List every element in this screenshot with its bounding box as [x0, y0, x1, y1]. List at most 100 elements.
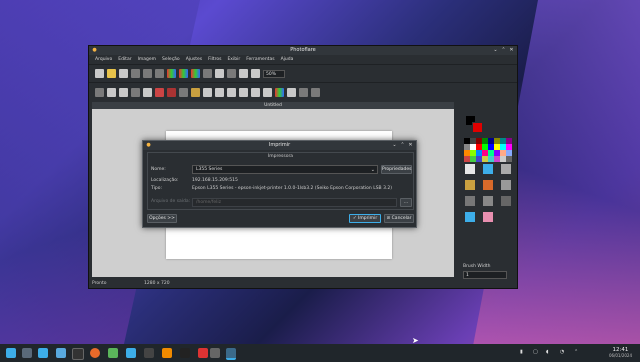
- terminal-icon[interactable]: [72, 348, 84, 360]
- status-bar: Pronto 1280 x 720: [89, 280, 517, 288]
- maximize-icon[interactable]: ⌃: [399, 142, 406, 149]
- discover-icon[interactable]: [126, 348, 136, 358]
- type-label: Tipo:: [151, 186, 162, 191]
- stamp-tool-icon[interactable]: [501, 196, 511, 206]
- print-icon[interactable]: [131, 69, 140, 78]
- brush-width-input[interactable]: 1: [463, 271, 507, 279]
- close-icon[interactable]: ✕: [407, 142, 414, 149]
- location-label: Localização:: [151, 178, 179, 183]
- new-file-icon[interactable]: [95, 69, 104, 78]
- print-button[interactable]: ✓ Imprimir: [349, 214, 381, 223]
- filter-icon[interactable]: [95, 87, 104, 97]
- menu-ferramentas[interactable]: Ferramentas: [246, 57, 274, 62]
- zoom-select[interactable]: 50%: [263, 69, 285, 78]
- printer-select[interactable]: L355 Series ⌄: [192, 165, 378, 174]
- printer-group: Impressora Nome: L355 Series ⌄ Proprieda…: [147, 152, 414, 210]
- undo-icon[interactable]: [143, 69, 152, 78]
- filter-icon[interactable]: [191, 87, 200, 97]
- screenshot-icon[interactable]: [210, 348, 220, 358]
- photoflare-task-icon[interactable]: [226, 348, 236, 360]
- open-folder-icon[interactable]: [107, 69, 116, 78]
- filter-icon[interactable]: [263, 87, 272, 97]
- filter-icon[interactable]: [227, 87, 236, 97]
- tools-panel: Brush Width 1: [461, 116, 513, 286]
- cancel-button[interactable]: ⊘ Cancelar: [384, 214, 414, 223]
- pdf-icon[interactable]: [198, 348, 208, 358]
- filter-icon[interactable]: [299, 87, 308, 97]
- filter-icon[interactable]: [215, 87, 224, 97]
- menu-ajuda[interactable]: Ajuda: [281, 57, 294, 62]
- firefox-icon[interactable]: [90, 348, 100, 358]
- volume-icon[interactable]: ◖: [546, 349, 549, 355]
- filter-icon[interactable]: [287, 87, 296, 97]
- filter-icon[interactable]: [311, 87, 320, 97]
- filter-icon[interactable]: [203, 87, 212, 97]
- filter-icon[interactable]: [143, 87, 152, 97]
- blur-tool-icon[interactable]: [465, 212, 475, 222]
- brush-tool-icon[interactable]: [465, 180, 475, 190]
- network-icon[interactable]: ◔: [560, 349, 564, 355]
- spray-tool-icon[interactable]: [501, 180, 511, 190]
- magic-wand-tool-icon[interactable]: [483, 196, 493, 206]
- crop-icon[interactable]: [215, 69, 224, 78]
- dvd-icon[interactable]: [180, 348, 190, 358]
- close-icon[interactable]: ✕: [508, 47, 515, 54]
- menu-filtros[interactable]: Filtros: [208, 57, 221, 62]
- pencil-tool-icon[interactable]: [483, 164, 493, 174]
- clock[interactable]: 12:41 06/01/2024: [609, 347, 632, 358]
- palette-icon[interactable]: [179, 69, 188, 78]
- menu-ajustes[interactable]: Ajustes: [186, 57, 202, 62]
- picker-tool-icon[interactable]: [501, 164, 511, 174]
- window-title: Photoflare: [290, 47, 316, 53]
- color-palette[interactable]: [464, 138, 512, 162]
- filter-icon[interactable]: [167, 87, 176, 97]
- redo-icon[interactable]: [155, 69, 164, 78]
- dialog-title: Imprimir: [268, 142, 291, 148]
- menu-selecao[interactable]: Seleção: [162, 57, 180, 62]
- bucket-tool-icon[interactable]: [483, 180, 493, 190]
- menu-exibir[interactable]: Exibir: [227, 57, 240, 62]
- browse-button[interactable]: ...: [400, 198, 412, 207]
- menu-editar[interactable]: Editar: [118, 57, 131, 62]
- minimize-icon[interactable]: ⌄: [391, 142, 398, 149]
- battery-icon[interactable]: ▮: [520, 349, 523, 355]
- maximize-icon[interactable]: ⌃: [500, 47, 507, 54]
- notifications-icon[interactable]: ⌃: [574, 349, 578, 355]
- desktop-pager-icon[interactable]: [22, 348, 32, 358]
- name-label: Nome:: [151, 167, 166, 172]
- color-picker-icon[interactable]: [167, 69, 176, 78]
- filter-icon[interactable]: [155, 87, 164, 97]
- eraser-tool-icon[interactable]: [483, 212, 493, 222]
- filter-icon[interactable]: [131, 87, 140, 97]
- pointer-tool-icon[interactable]: [465, 164, 475, 174]
- vlc-icon[interactable]: [162, 348, 172, 358]
- app-launcher-icon[interactable]: [6, 348, 16, 358]
- zoom-in-icon[interactable]: [239, 69, 248, 78]
- task-manager-icon[interactable]: [38, 348, 48, 358]
- swap-colors-icon[interactable]: [191, 69, 200, 78]
- output-file-field[interactable]: /home/feliz: [192, 198, 397, 207]
- save-icon[interactable]: [119, 69, 128, 78]
- minimize-icon[interactable]: ⌄: [492, 47, 499, 54]
- options-button[interactable]: Opções >>: [147, 214, 177, 223]
- menu-arquivo[interactable]: Arquivo: [95, 57, 112, 62]
- status-text: Pronto: [92, 281, 107, 286]
- menu-imagem[interactable]: Imagem: [138, 57, 156, 62]
- filter-icon[interactable]: [275, 87, 284, 97]
- filter-icon[interactable]: [179, 87, 188, 97]
- secondary-color-swatch[interactable]: [472, 122, 483, 133]
- zoom-out-icon[interactable]: [251, 69, 260, 78]
- filter-icon[interactable]: [251, 87, 260, 97]
- filter-icon[interactable]: [107, 87, 116, 97]
- hand-icon[interactable]: [227, 69, 236, 78]
- filter-icon[interactable]: [239, 87, 248, 97]
- file-manager-icon[interactable]: [56, 348, 66, 358]
- media-icon[interactable]: [144, 348, 154, 358]
- line-tool-icon[interactable]: [465, 196, 475, 206]
- dialog-title-bar: ● Imprimir ⌄ ⌃ ✕: [143, 141, 416, 150]
- properties-button[interactable]: Propriedades: [381, 165, 412, 174]
- clipboard-icon[interactable]: ▢: [533, 349, 538, 355]
- pointer-icon[interactable]: [203, 69, 212, 78]
- filter-icon[interactable]: [119, 87, 128, 97]
- stack-icon[interactable]: [108, 348, 118, 358]
